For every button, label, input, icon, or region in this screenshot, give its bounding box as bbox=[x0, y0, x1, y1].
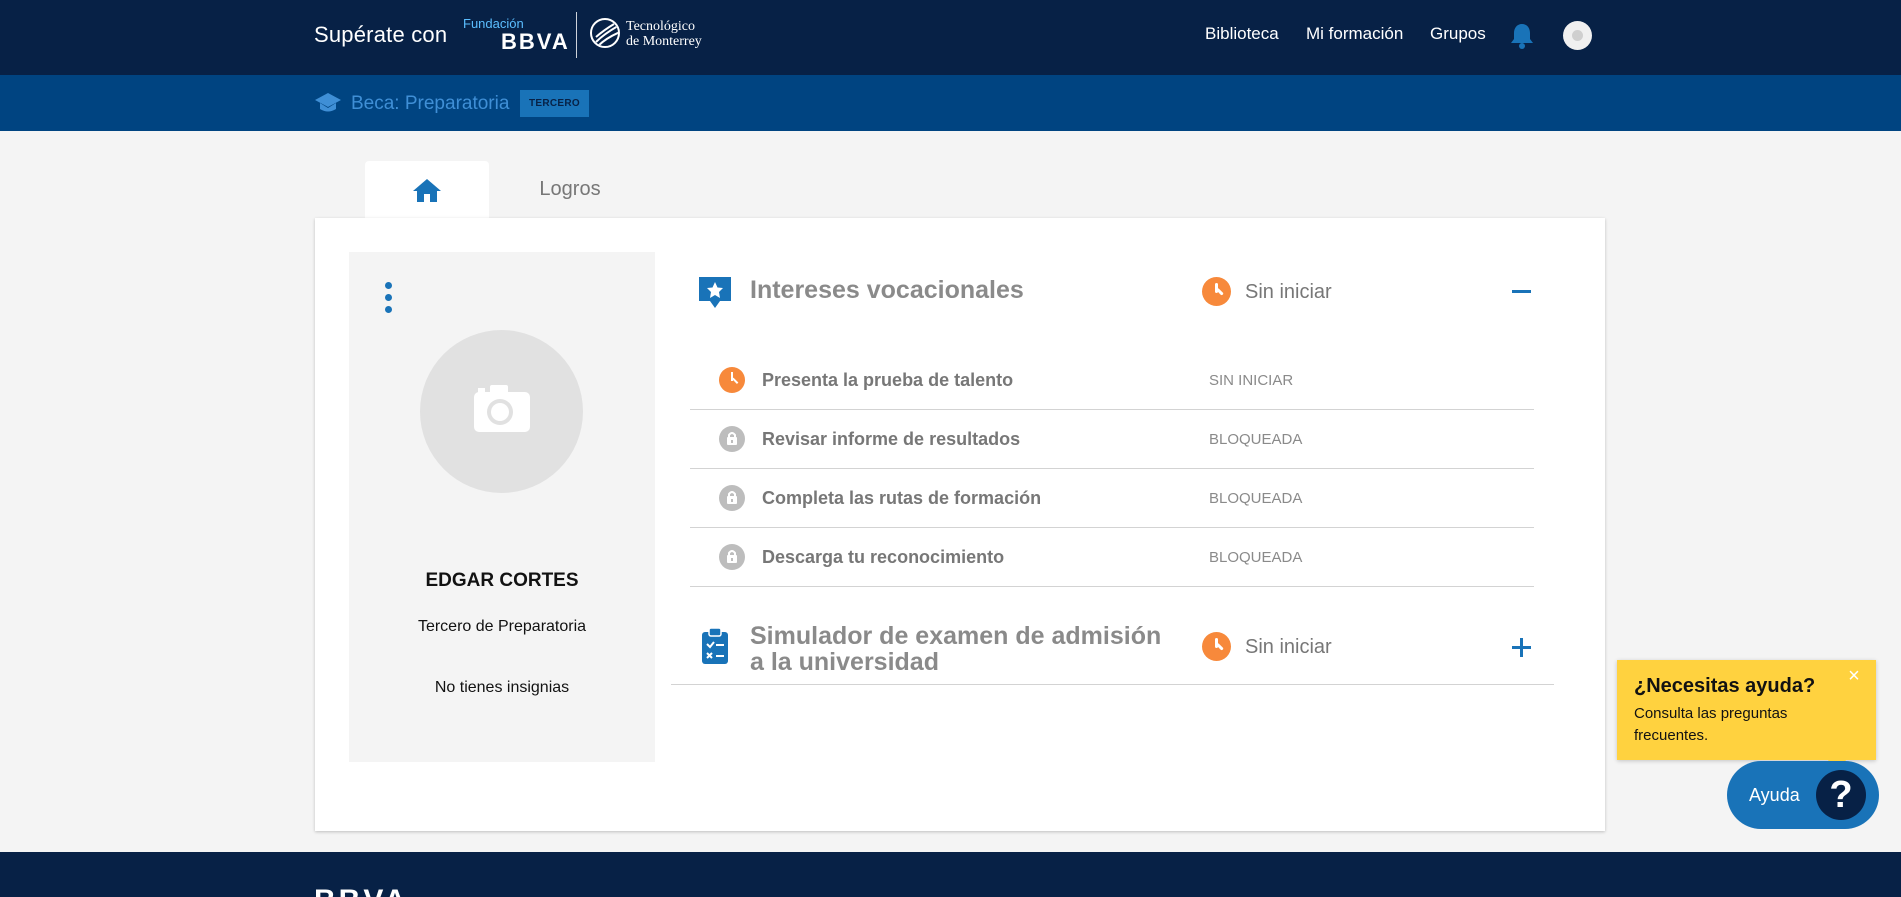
profile-name: EDGAR CORTES bbox=[425, 570, 579, 591]
task-row[interactable]: Revisar informe de resultados BLOQUEADA bbox=[690, 410, 1534, 469]
task-status: BLOQUEADA bbox=[1209, 431, 1303, 448]
footer: BBVA bbox=[0, 852, 1901, 897]
lock-icon bbox=[719, 485, 745, 511]
fundacion-bbva-logo: Fundación BBVA bbox=[463, 16, 568, 56]
tec-emblem-icon bbox=[590, 18, 620, 48]
tec-line1: Tecnológico bbox=[626, 19, 695, 34]
help-tooltip: ¿Necesitas ayuda? Consulta las preguntas… bbox=[1617, 660, 1876, 760]
tec-monterrey-logo: Tecnológico de Monterrey bbox=[590, 16, 720, 56]
clock-icon bbox=[1202, 632, 1231, 661]
nav-mi-formacion[interactable]: Mi formación bbox=[1306, 24, 1403, 44]
scholarship-title: Beca: Preparatoria bbox=[351, 93, 510, 114]
task-label: Descarga tu reconocimiento bbox=[762, 547, 1005, 567]
question-mark-icon: ? bbox=[1816, 770, 1866, 820]
graduation-cap-icon bbox=[314, 90, 342, 116]
close-icon[interactable]: × bbox=[1845, 666, 1863, 686]
scholarship-bar bbox=[0, 75, 1901, 131]
clock-icon bbox=[1202, 277, 1231, 306]
task-row[interactable]: Completa las rutas de formación BLOQUEAD… bbox=[690, 469, 1534, 528]
task-status: SIN INICIAR bbox=[1209, 372, 1294, 389]
section-title-simulador[interactable]: Simulador de examen de admisión a la uni… bbox=[750, 623, 1161, 675]
task-label: Revisar informe de resultados bbox=[762, 429, 1021, 449]
clipboard-checklist-icon bbox=[700, 627, 730, 670]
profile-badges: No tienes insignias bbox=[434, 679, 570, 696]
task-label: Completa las rutas de formación bbox=[762, 488, 1042, 508]
section-title-line2: a la universidad bbox=[750, 648, 939, 676]
nav-grupos[interactable]: Grupos bbox=[1430, 24, 1486, 44]
top-header: Supérate con Fundación BBVA Tecnológico … bbox=[0, 0, 1901, 75]
tab-home[interactable] bbox=[365, 161, 489, 220]
tec-line2: de Monterrey bbox=[626, 34, 702, 49]
star-bubble-icon bbox=[696, 274, 734, 315]
section-divider bbox=[671, 684, 1554, 685]
bbva-label: BBVA bbox=[501, 29, 570, 54]
profile-grade: Tercero de Preparatoria bbox=[417, 618, 587, 635]
lock-icon bbox=[719, 544, 745, 570]
more-options-icon[interactable] bbox=[380, 282, 396, 316]
profile-photo[interactable] bbox=[420, 330, 583, 493]
task-row[interactable]: Presenta la prueba de talento SIN INICIA… bbox=[690, 351, 1534, 410]
task-status: BLOQUEADA bbox=[1209, 490, 1303, 507]
section-title-intereses[interactable]: Intereses vocacionales bbox=[750, 277, 1024, 303]
task-label: Presenta la prueba de talento bbox=[762, 370, 1014, 390]
help-title: ¿Necesitas ayuda? bbox=[1634, 675, 1816, 697]
task-row[interactable]: Descarga tu reconocimiento BLOQUEADA bbox=[690, 528, 1534, 587]
task-status: BLOQUEADA bbox=[1209, 549, 1303, 566]
logo-divider bbox=[576, 12, 577, 58]
help-button[interactable]: Ayuda ? bbox=[1727, 761, 1879, 829]
lock-icon bbox=[719, 426, 745, 452]
bell-icon[interactable] bbox=[1509, 22, 1535, 50]
brand-title: Supérate con bbox=[314, 22, 448, 47]
grade-badge: TERCERO bbox=[520, 90, 589, 117]
help-subtitle[interactable]: Consulta las preguntas frecuentes. bbox=[1634, 703, 1834, 747]
footer-bbva-logo: BBVA bbox=[314, 884, 409, 897]
section-status-simulador: Sin iniciar bbox=[1245, 636, 1332, 658]
home-icon bbox=[413, 179, 441, 202]
help-button-label: Ayuda bbox=[1749, 785, 1800, 805]
user-avatar[interactable] bbox=[1563, 21, 1592, 50]
collapse-icon[interactable] bbox=[1512, 290, 1531, 293]
clock-icon bbox=[719, 367, 745, 393]
section-status-intereses: Sin iniciar bbox=[1245, 281, 1332, 303]
camera-icon bbox=[474, 385, 530, 432]
section-title-line1: Simulador de examen de admisión bbox=[750, 622, 1162, 650]
nav-biblioteca[interactable]: Biblioteca bbox=[1205, 24, 1279, 44]
tab-logros[interactable]: Logros bbox=[490, 161, 650, 220]
expand-icon[interactable] bbox=[1512, 638, 1531, 657]
